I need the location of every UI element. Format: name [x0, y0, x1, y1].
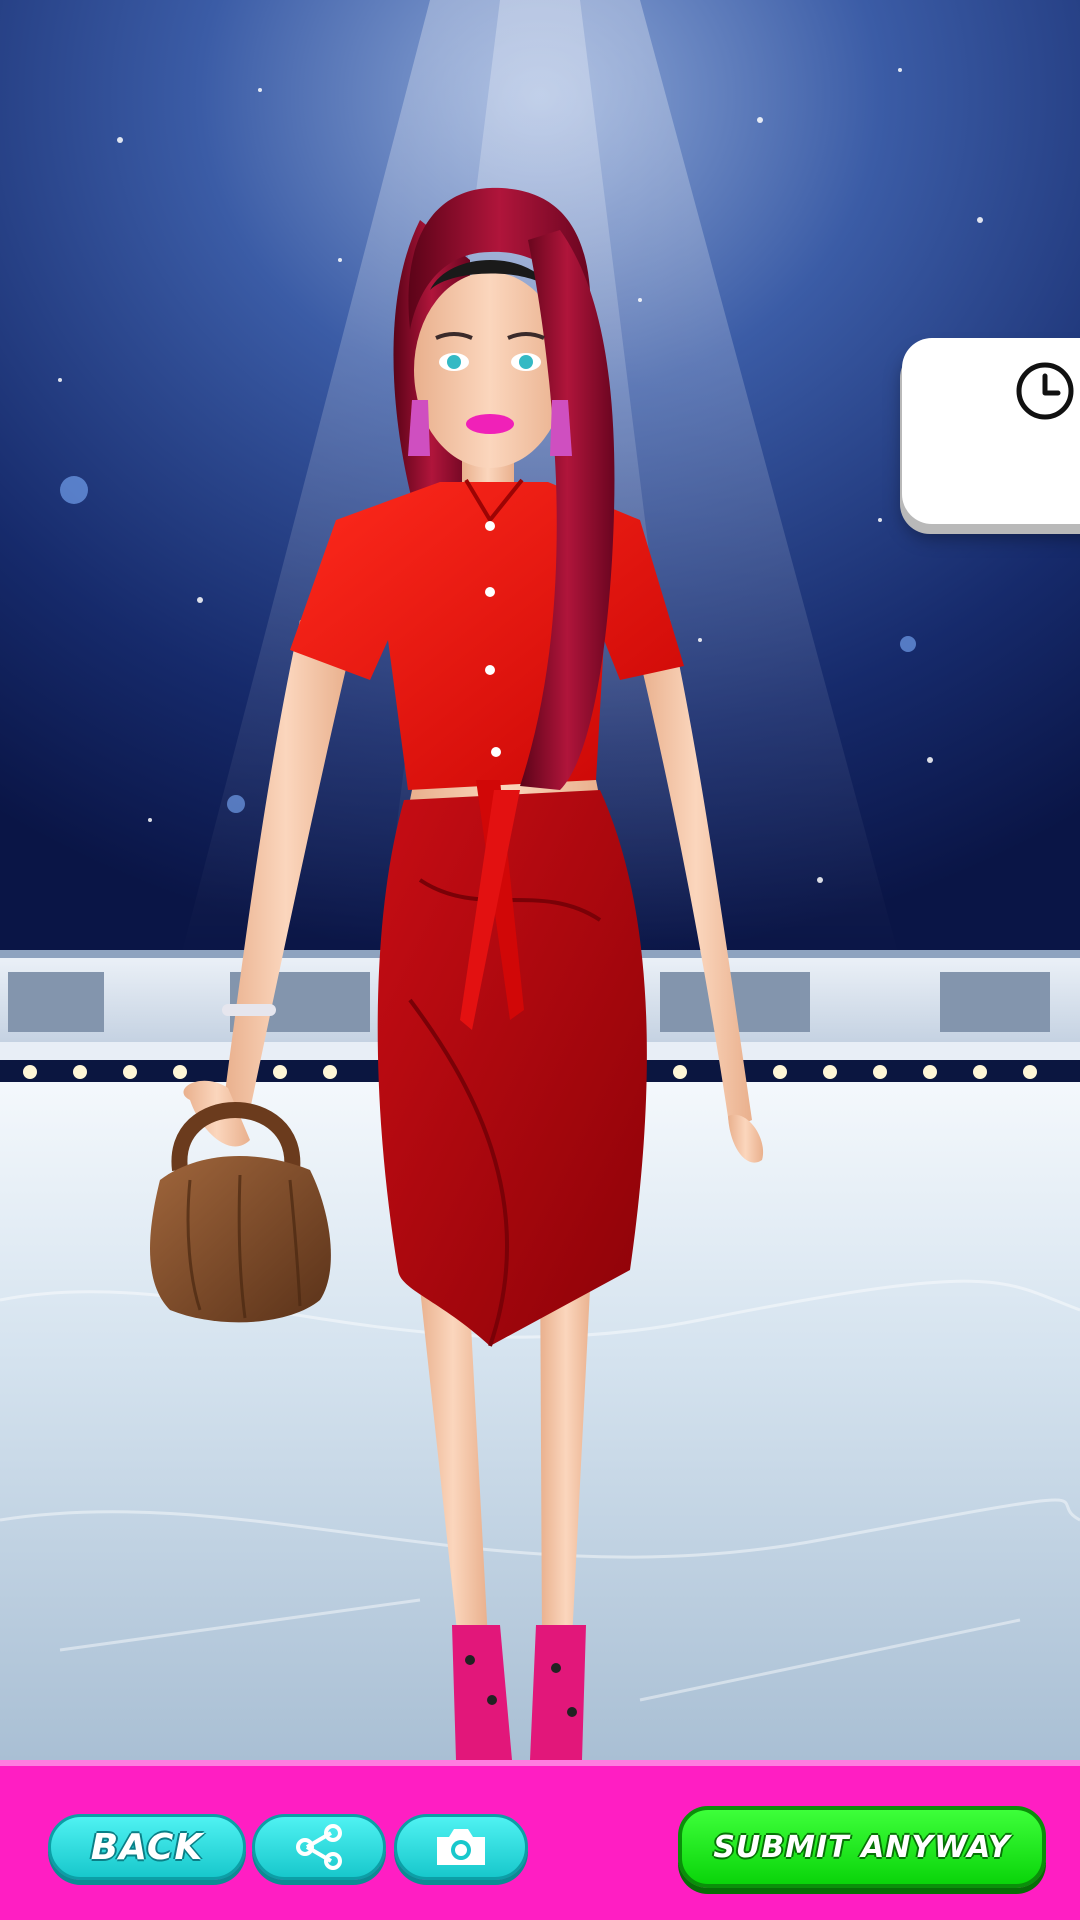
- clock-icon: [1016, 362, 1074, 420]
- share-button[interactable]: [252, 1814, 386, 1880]
- back-button-label: BACK: [90, 1826, 204, 1868]
- submit-anyway-button[interactable]: SUBMIT ANYWAY: [678, 1806, 1046, 1888]
- game-scene: [0, 0, 1080, 1760]
- timer-panel: [902, 338, 1080, 524]
- share-icon: [296, 1824, 342, 1870]
- scene-background: [0, 0, 1080, 1760]
- camera-icon: [437, 1829, 485, 1865]
- bottom-action-bar: BACK SUBMIT ANYWAY: [0, 1760, 1080, 1920]
- back-button[interactable]: BACK: [48, 1814, 246, 1880]
- camera-button[interactable]: [394, 1814, 528, 1880]
- submit-anyway-label: SUBMIT ANYWAY: [713, 1829, 1011, 1865]
